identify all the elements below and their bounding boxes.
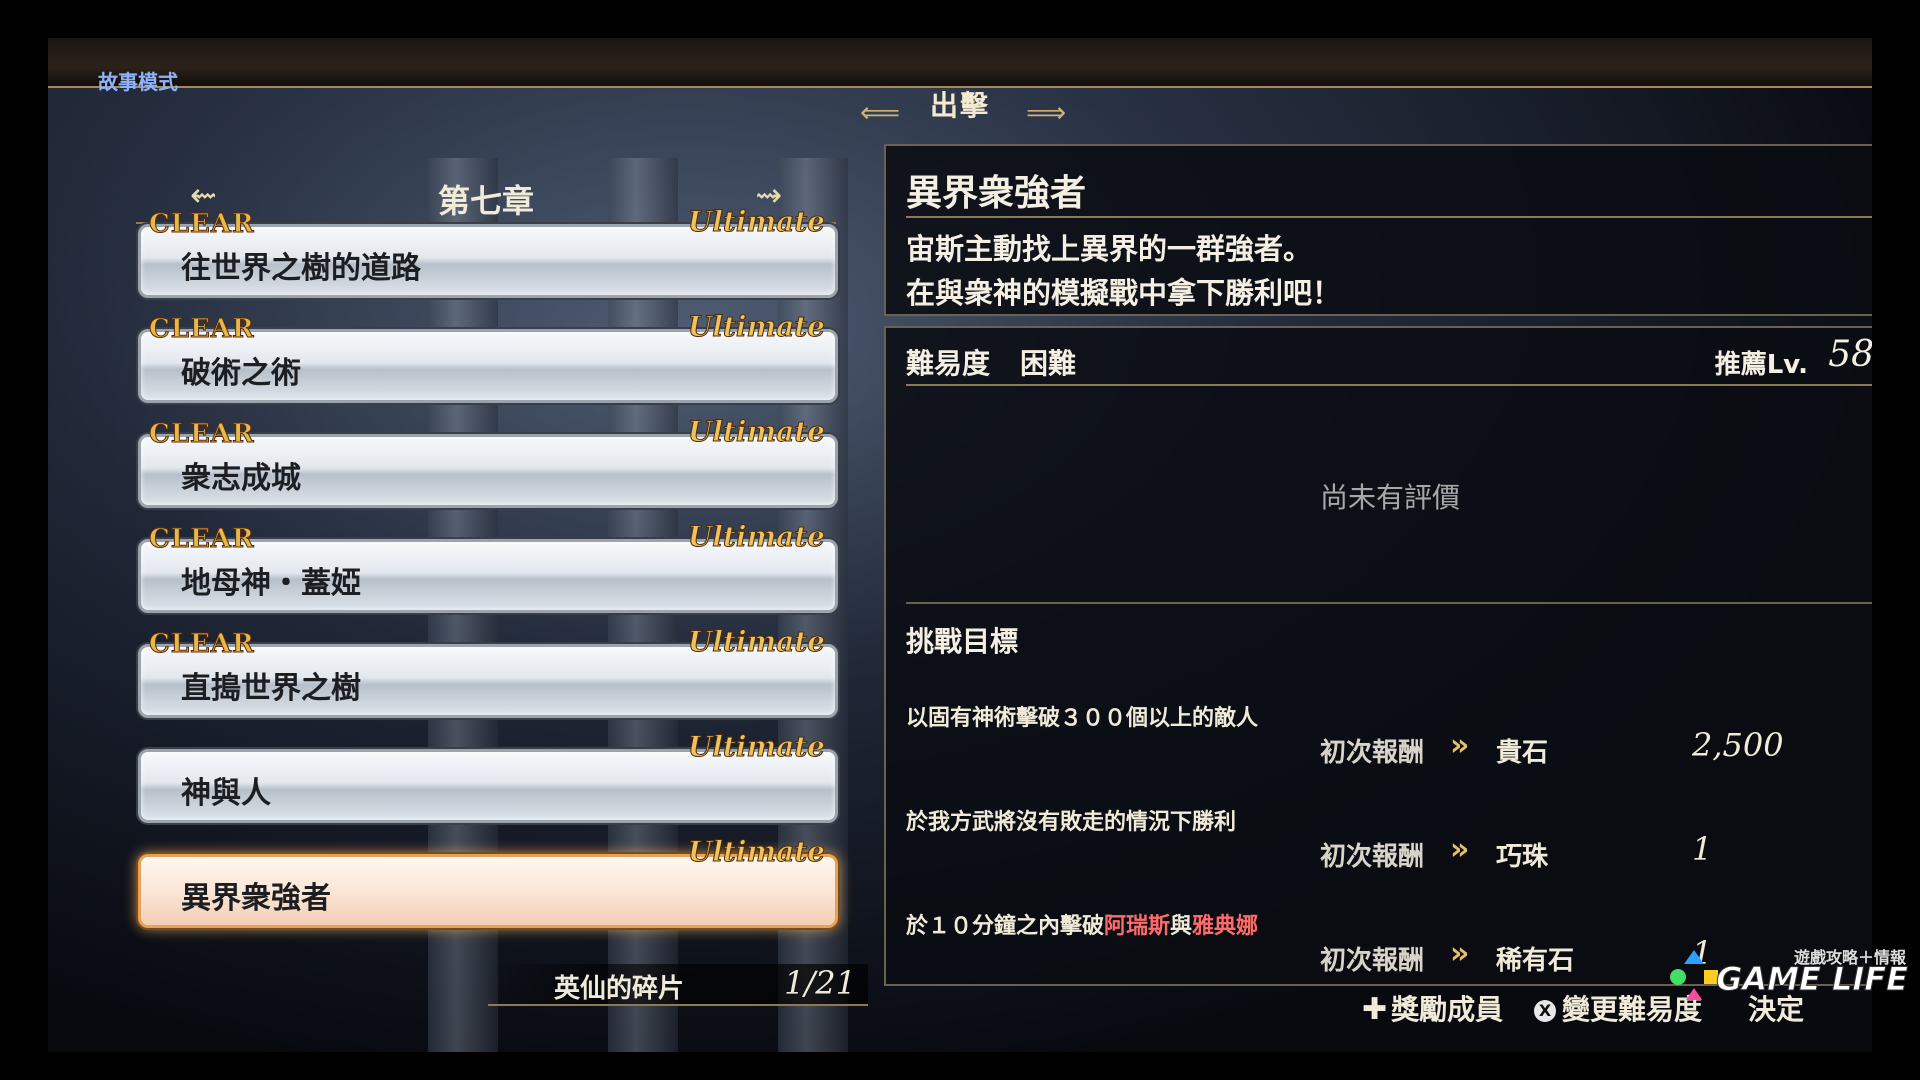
goal-target-name: 阿瑞斯 — [1104, 914, 1171, 939]
reward-item: 稀有石 — [1496, 946, 1575, 976]
reward-value: 1 — [1692, 830, 1713, 868]
stage-name: 地母神・蓋婭 — [181, 566, 361, 601]
divider — [906, 602, 1872, 604]
stage-description-line: 宙斯主動找上異界的一群強者。 — [906, 232, 1313, 266]
double-chevron-icon: » — [1450, 728, 1470, 763]
wing-ornament-right-icon: ⟹ — [1026, 96, 1067, 129]
clear-badge: CLEAR — [149, 419, 255, 450]
goal-text-joiner: 與 — [1170, 914, 1193, 939]
difficulty-label: 難易度 — [906, 347, 991, 380]
recommended-level-value: 58 — [1828, 334, 1872, 375]
goal-text: 於１０分鐘之內擊破阿瑞斯與雅典娜 — [906, 908, 1258, 940]
watermark-logo: GAME LIFE — [1716, 960, 1909, 999]
stage-item-3[interactable]: CLEAR Ultimate 衆志成城 — [138, 415, 838, 508]
stage-info-panel: 異界衆強者 宙斯主動找上異界的一群強者。 在與衆神的模擬戰中拿下勝利吧！ — [884, 144, 1872, 316]
reward-value: 2,500 — [1692, 726, 1784, 764]
x-button-icon: X — [1534, 1000, 1556, 1022]
ultimate-badge: Ultimate — [687, 835, 825, 869]
playstation-buttons-logo-icon — [1670, 950, 1718, 1000]
fragments-counter: 英仙的碎片 1/21 — [488, 964, 868, 1006]
stage-name: 直搗世界之樹 — [181, 671, 361, 706]
stage-item-5[interactable]: CLEAR Ultimate 直搗世界之樹 — [138, 625, 838, 718]
double-chevron-icon: » — [1450, 832, 1470, 867]
reward-item: 巧珠 — [1496, 842, 1549, 872]
divider — [906, 384, 1872, 386]
fragments-value: 1/21 — [784, 964, 856, 1002]
reward-members-label: 獎勵成員 — [1391, 993, 1504, 1026]
game-screen: 故事模式 ⟸ 出擊 ⟹ ⇜ 第七章 ⇝ CLEAR Ultimate 往世界之樹… — [48, 38, 1872, 1052]
clear-badge: CLEAR — [149, 314, 255, 345]
stage-description-line: 在與衆神的模擬戰中拿下勝利吧！ — [906, 276, 1342, 310]
stage-name: 衆志成城 — [181, 461, 301, 496]
reward-label: 初次報酬 — [1320, 946, 1425, 976]
fragments-label: 英仙的碎片 — [554, 974, 685, 1004]
ultimate-badge: Ultimate — [687, 730, 825, 764]
clear-badge: CLEAR — [149, 209, 255, 240]
reward-item: 貴石 — [1496, 738, 1549, 768]
ultimate-badge: Ultimate — [687, 625, 825, 659]
reward-label: 初次報酬 — [1320, 738, 1425, 768]
double-chevron-icon: » — [1450, 936, 1470, 971]
stage-name: 神與人 — [181, 776, 271, 811]
stage-item-2[interactable]: CLEAR Ultimate 破術之術 — [138, 310, 838, 403]
stage-item-1[interactable]: CLEAR Ultimate 往世界之樹的道路 — [138, 205, 838, 298]
stage-name: 異界衆強者 — [181, 881, 331, 916]
stage-item-6[interactable]: Ultimate 神與人 — [138, 730, 838, 823]
goal-reward-row: 初次報酬 » 貴石 2,500 — [1320, 726, 1860, 770]
plus-icon: ✚ — [1362, 992, 1388, 1027]
goal-reward-row: 初次報酬 » 巧珠 1 — [1320, 830, 1860, 874]
goal-text: 於我方武將沒有敗走的情況下勝利 — [906, 810, 1237, 835]
stage-info-title: 異界衆強者 — [906, 173, 1087, 214]
top-bar — [48, 38, 1872, 88]
clear-badge: CLEAR — [149, 524, 255, 555]
goal-text: 以固有神術擊破３００個以上的敵人 — [906, 706, 1259, 731]
recommended-level-label: 推薦Lv. — [1714, 350, 1808, 380]
reward-members-hint[interactable]: ✚ 獎勵成員 — [1362, 988, 1503, 1028]
no-evaluation-text: 尚未有評價 — [1319, 481, 1460, 514]
ultimate-badge: Ultimate — [687, 310, 825, 344]
difficulty-value: 困難 — [1020, 347, 1077, 380]
stage-item-4[interactable]: CLEAR Ultimate 地母神・蓋婭 — [138, 520, 838, 613]
goal-text-prefix: 於１０分鐘之內擊破 — [906, 914, 1105, 939]
clear-badge: CLEAR — [149, 629, 255, 660]
ultimate-badge: Ultimate — [687, 205, 825, 239]
stage-detail-panel: 難易度 困難 推薦Lv. 58 尚未有評價 挑戰目標 以固有神術擊破３００個以上… — [884, 326, 1872, 986]
stage-name: 破術之術 — [181, 356, 301, 391]
stage-item-7-selected[interactable]: Ultimate 異界衆強者 — [138, 835, 838, 928]
ultimate-badge: Ultimate — [687, 520, 825, 554]
ultimate-badge: Ultimate — [687, 415, 825, 449]
challenge-goals-title: 挑戰目標 — [906, 625, 1019, 658]
goal-target-name: 雅典娜 — [1192, 914, 1259, 939]
divider — [906, 216, 1872, 218]
screen-title: 出擊 — [929, 89, 990, 122]
stage-name: 往世界之樹的道路 — [181, 251, 421, 286]
reward-label: 初次報酬 — [1320, 842, 1425, 872]
